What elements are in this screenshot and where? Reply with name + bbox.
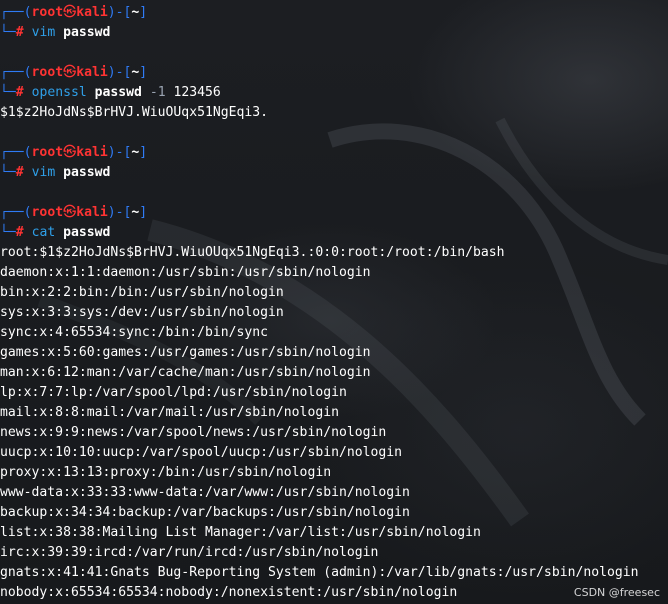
command-line: └─# cat passwd [0, 225, 111, 240]
prompt-header: ┌──(root㉿kali)-[~] [0, 205, 148, 220]
skull-icon: ㉿ [63, 65, 77, 80]
passwd-line: uucp:x:10:10:uucp:/var/spool/uucp:/usr/s… [0, 445, 403, 460]
passwd-line: man:x:6:12:man:/var/cache/man:/usr/sbin/… [0, 365, 371, 380]
prompt-header: ┌──(root㉿kali)-[~] [0, 65, 148, 80]
passwd-line: mail:x:8:8:mail:/var/mail:/usr/sbin/nolo… [0, 405, 339, 420]
passwd-line: list:x:38:38:Mailing List Manager:/var/l… [0, 525, 481, 540]
passwd-line: proxy:x:13:13:proxy:/bin:/usr/sbin/nolog… [0, 465, 332, 480]
passwd-line: nobody:x:65534:65534:nobody:/nonexistent… [0, 585, 458, 600]
command-name: cat [31, 225, 56, 240]
command-line: └─# vim passwd [0, 165, 111, 180]
command-arg: passwd [63, 25, 111, 40]
command-name: vim [31, 25, 56, 40]
passwd-line: www-data:x:33:33:www-data:/var/www:/usr/… [0, 485, 410, 500]
command-line: └─# vim passwd [0, 25, 111, 40]
command-arg: passwd [63, 165, 111, 180]
passwd-line: news:x:9:9:news:/var/spool/news:/usr/sbi… [0, 425, 387, 440]
passwd-line: daemon:x:1:1:daemon:/usr/sbin:/usr/sbin/… [0, 265, 371, 280]
skull-icon: ㉿ [63, 205, 77, 220]
terminal-output: ┌──(root㉿kali)-[~] └─# vim passwd ┌──(ro… [0, 3, 668, 603]
command-number: 123456 [173, 85, 221, 100]
passwd-line: gnats:x:41:41:Gnats Bug-Reporting System… [0, 565, 639, 580]
skull-icon: ㉿ [63, 145, 77, 160]
passwd-line: root:$1$z2HoJdNs$BrHVJ.WiuOUqx51NgEqi3.:… [0, 245, 505, 260]
passwd-line: sync:x:4:65534:sync:/bin:/bin/sync [0, 325, 269, 340]
passwd-line: bin:x:2:2:bin:/bin:/usr/sbin/nologin [0, 285, 284, 300]
command-option: -1 [149, 85, 166, 100]
passwd-line: lp:x:7:7:lp:/var/spool/lpd:/usr/sbin/nol… [0, 385, 347, 400]
passwd-line: irc:x:39:39:ircd:/var/run/ircd:/usr/sbin… [0, 545, 379, 560]
passwd-line: games:x:5:60:games:/usr/games:/usr/sbin/… [0, 345, 371, 360]
csdn-watermark: CSDN @freesec [573, 586, 660, 599]
command-arg: passwd [63, 225, 111, 240]
command-name: openssl [31, 85, 87, 100]
prompt-header: ┌──(root㉿kali)-[~] [0, 5, 148, 20]
passwd-line: sys:x:3:3:sys:/dev:/usr/sbin/nologin [0, 305, 284, 320]
command-name: vim [31, 165, 56, 180]
skull-icon: ㉿ [63, 5, 77, 20]
passwd-line: backup:x:34:34:backup:/var/backups:/usr/… [0, 505, 410, 520]
command-line: └─# openssl passwd -1 123456 [0, 85, 221, 100]
command-arg: passwd [94, 85, 142, 100]
prompt-header: ┌──(root㉿kali)-[~] [0, 145, 148, 160]
openssl-hash-output: $1$z2HoJdNs$BrHVJ.WiuOUqx51NgEqi3. [0, 105, 269, 120]
